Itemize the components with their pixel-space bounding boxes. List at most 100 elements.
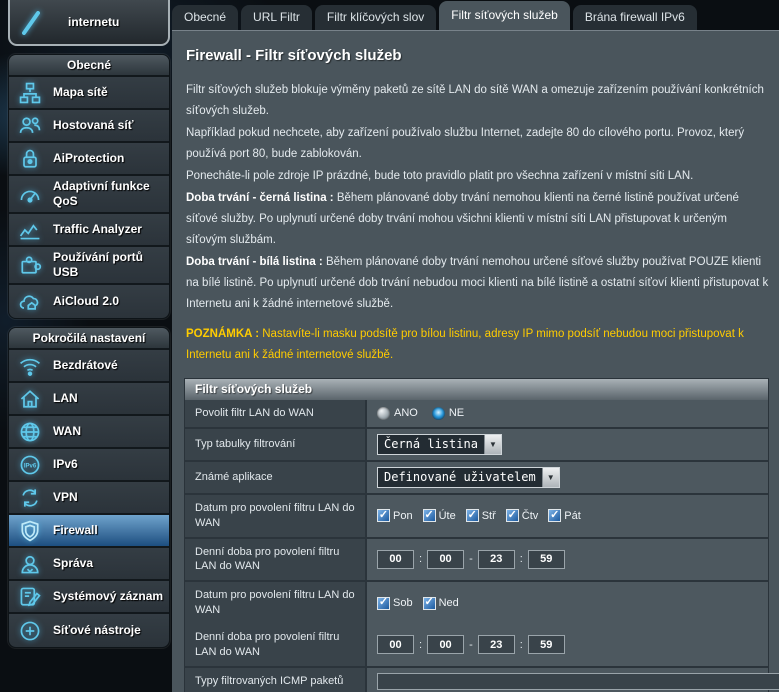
time1-end-min-input[interactable] — [528, 550, 565, 569]
time2-start-hour-input[interactable] — [377, 635, 414, 654]
traffic-chart-icon — [14, 218, 46, 242]
description-paragraph: Filtr síťových služeb blokuje výměny pak… — [186, 80, 769, 122]
sidebar-item-lan[interactable]: LAN — [9, 383, 169, 416]
weekend-time-label: Denní doba pro povolení filtru LAN do WA… — [185, 624, 367, 666]
icmp-types-input[interactable] — [377, 673, 779, 690]
globe-icon — [14, 420, 46, 444]
weekend-time-row: Denní doba pro povolení filtru LAN do WA… — [185, 624, 768, 668]
svg-text:IPv6: IPv6 — [24, 463, 37, 469]
note-paragraph: POZNÁMKA : Nastavíte-li masku podsítě pr… — [186, 324, 769, 366]
wifi-icon — [14, 354, 46, 378]
tab-bar: Obecné URL Filtr Filtr klíčových slov Fi… — [172, 0, 779, 30]
checkbox-pon[interactable] — [377, 509, 390, 522]
tab-filtr-klicovych-slov[interactable]: Filtr klíčových slov — [315, 5, 436, 30]
checkbox-ctv[interactable] — [506, 509, 519, 522]
radio-ne-label: NE — [449, 407, 464, 419]
sidebar-item-adaptivni-qos[interactable]: Adaptivní funkce QoS — [9, 176, 169, 214]
filter-table-type-label: Typ tabulky filtrování — [185, 429, 367, 460]
sidebar-item-sprava[interactable]: Správa — [9, 548, 169, 581]
quick-setup-bolt-icon — [20, 9, 42, 35]
sidebar-item-bezdratove[interactable]: Bezdrátové — [9, 350, 169, 383]
sidebar-section-advanced: Pokročilá nastavení — [9, 328, 169, 350]
sidebar-item-usb[interactable]: Používání portů USB — [9, 247, 169, 285]
lock-icon — [14, 147, 46, 171]
panel: Firewall - Filtr síťových služeb Filtr s… — [172, 30, 779, 692]
sidebar-item-hostovana-sit[interactable]: Hostovaná síť — [9, 110, 169, 143]
checkbox-sob[interactable] — [377, 597, 390, 610]
admin-user-icon — [14, 552, 46, 576]
sidebar-group-advanced: Pokročilá nastavení Bezdrátové LAN WAN — [8, 327, 170, 648]
filter-table-type-row: Typ tabulky filtrování Černá listina — [185, 429, 768, 462]
puzzle-icon — [14, 253, 46, 277]
cloud-icon — [14, 290, 46, 314]
sidebar-item-firewall[interactable]: Firewall — [9, 515, 169, 548]
checkbox-str[interactable] — [466, 509, 479, 522]
time1-start-min-input[interactable] — [427, 550, 464, 569]
sidebar-item-network-tools[interactable]: Síťové nástroje — [9, 614, 169, 647]
weekday-time-row: Denní doba pro povolení filtru LAN do WA… — [185, 539, 768, 583]
checkbox-ute[interactable] — [423, 509, 436, 522]
time1-start-hour-input[interactable] — [377, 550, 414, 569]
icmp-row: Typy filtrovaných ICMP paketů — [185, 668, 768, 692]
tab-url-filtr[interactable]: URL Filtr — [241, 5, 312, 30]
main-content: Obecné URL Filtr Filtr klíčových slov Fi… — [172, 0, 779, 692]
ipv6-icon: IPv6 — [14, 453, 46, 477]
enable-filter-label: Povolit filtr LAN do WAN — [185, 400, 367, 427]
filter-table-type-select[interactable]: Černá listina — [377, 434, 502, 455]
known-apps-row: Známé aplikace Definované uživatelem — [185, 462, 768, 495]
radio-ne[interactable] — [432, 407, 445, 420]
time2-end-min-input[interactable] — [528, 635, 565, 654]
blacklist-duration-paragraph: Doba trvání - černá listina : Během plán… — [186, 188, 769, 251]
whitelist-duration-lead: Doba trvání - bílá listina : — [186, 256, 323, 268]
known-apps-select[interactable]: Definované uživatelem — [377, 467, 560, 488]
network-tools-icon — [14, 619, 46, 643]
weekend-date-label: Datum pro povolení filtru LAN do WAN — [185, 582, 367, 624]
enable-filter-row: Povolit filtr LAN do WAN ANO NE — [185, 400, 768, 429]
radio-ano-label: ANO — [394, 407, 418, 419]
sidebar-item-vpn[interactable]: VPN — [9, 482, 169, 515]
sidebar-item-aiprotection[interactable]: AiProtection — [9, 143, 169, 176]
weekday-time-label: Denní doba pro povolení filtru LAN do WA… — [185, 539, 367, 581]
sidebar-item-system-log[interactable]: Systémový záznam — [9, 581, 169, 614]
blacklist-duration-lead: Doba trvání - černá listina : — [186, 192, 334, 204]
note-text: Nastavíte-li masku podsítě pro bílou lis… — [186, 328, 744, 361]
radio-ano[interactable] — [377, 407, 390, 420]
note-lead: POZNÁMKA : — [186, 328, 259, 340]
home-icon — [14, 387, 46, 411]
checkbox-pat[interactable] — [548, 509, 561, 522]
checkbox-ned[interactable] — [423, 597, 436, 610]
chevron-down-icon — [484, 435, 501, 454]
tab-filtr-sitovych-sluzeb[interactable]: Filtr síťových služeb — [439, 1, 570, 30]
page-title: Firewall - Filtr síťových služeb — [186, 47, 769, 64]
sidebar-group-general: Obecné Mapa sítě Hostovaná síť AiProtect… — [8, 54, 170, 319]
tab-brana-firewall-ipv6[interactable]: Brána firewall IPv6 — [573, 5, 697, 30]
quick-internet-setup-button[interactable]: internetu — [8, 0, 170, 46]
sidebar-item-aicloud[interactable]: AiCloud 2.0 — [9, 285, 169, 318]
router-admin-page: internetu Obecné Mapa sítě Hostovaná síť — [0, 0, 779, 692]
sidebar-item-mapa-site[interactable]: Mapa sítě — [9, 77, 169, 110]
sidebar-item-traffic-analyzer[interactable]: Traffic Analyzer — [9, 214, 169, 247]
sidebar-item-wan[interactable]: WAN — [9, 416, 169, 449]
tab-obecne[interactable]: Obecné — [172, 5, 238, 30]
chevron-down-icon — [542, 468, 559, 487]
description-paragraph: Ponecháte-li pole zdroje IP prázdné, bud… — [186, 166, 769, 187]
vpn-arrows-icon — [14, 486, 46, 510]
form-section-header: Filtr síťových služeb — [185, 379, 768, 400]
time2-end-hour-input[interactable] — [478, 635, 515, 654]
weekday-date-row: Datum pro povolení filtru LAN do WAN Pon… — [185, 495, 768, 539]
shield-icon — [14, 519, 46, 543]
whitelist-duration-paragraph: Doba trvání - bílá listina : Během pláno… — [186, 252, 769, 315]
description-paragraph: Například pokud nechcete, aby zařízení p… — [186, 123, 769, 165]
quick-setup-label: internetu — [68, 15, 119, 29]
sidebar-section-general: Obecné — [9, 55, 169, 77]
weekday-date-label: Datum pro povolení filtru LAN do WAN — [185, 495, 367, 537]
network-map-icon — [14, 81, 46, 105]
time1-end-hour-input[interactable] — [478, 550, 515, 569]
hosted-network-icon — [14, 114, 46, 138]
system-log-icon — [14, 585, 46, 609]
network-services-filter-form: Filtr síťových služeb Povolit filtr LAN … — [184, 378, 769, 692]
sidebar: internetu Obecné Mapa sítě Hostovaná síť — [8, 0, 170, 656]
sidebar-item-ipv6[interactable]: IPv6 IPv6 — [9, 449, 169, 482]
time2-start-min-input[interactable] — [427, 635, 464, 654]
known-apps-label: Známé aplikace — [185, 462, 367, 493]
